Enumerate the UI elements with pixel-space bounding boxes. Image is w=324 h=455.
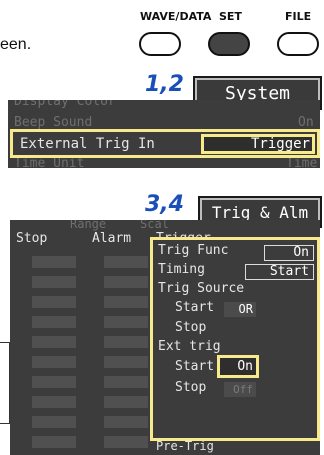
- timing-value[interactable]: Start: [245, 264, 314, 280]
- timing-label: Timing: [158, 262, 205, 277]
- note-box-edge: [0, 342, 10, 424]
- alarm-cell[interactable]: [104, 316, 148, 328]
- alarm-cell[interactable]: [104, 436, 148, 448]
- trig-func-value[interactable]: On: [264, 245, 314, 261]
- stop-cell[interactable]: [32, 376, 76, 388]
- stop-cell[interactable]: [32, 336, 76, 348]
- ext-start-label: Start: [175, 359, 215, 374]
- external-trig-in-label: External Trig In: [20, 136, 155, 152]
- set-button[interactable]: [208, 32, 250, 56]
- alarm-cell[interactable]: [104, 336, 148, 348]
- stop-cell[interactable]: [32, 296, 76, 308]
- stop-cell[interactable]: [32, 436, 76, 448]
- stop-cell[interactable]: [32, 356, 76, 368]
- stop-cell[interactable]: [32, 396, 76, 408]
- alarm-cell[interactable]: [104, 396, 148, 408]
- external-trig-in-value[interactable]: Trigger: [201, 134, 315, 154]
- wave-data-label: WAVE/DATA: [140, 10, 212, 23]
- alarm-cell[interactable]: [104, 296, 148, 308]
- ext-stop-label: Stop: [175, 380, 207, 395]
- beep-sound-value: On: [298, 115, 314, 130]
- source-stop-label: Stop: [175, 320, 207, 335]
- stop-cell[interactable]: [32, 416, 76, 428]
- alarm-cell[interactable]: [104, 276, 148, 288]
- source-start-value[interactable]: OR: [224, 302, 256, 317]
- stop-cell[interactable]: [32, 316, 76, 328]
- external-trig-in-row[interactable]: External Trig In Trigger: [10, 129, 320, 158]
- step-3-4-label: 3,4: [145, 192, 184, 217]
- ext-trig-label: Ext trig: [158, 339, 221, 354]
- step-1-2-label: 1,2: [145, 72, 184, 97]
- pre-trig-label: Pre-Trig: [156, 439, 214, 453]
- display-color-item: Display Color: [14, 100, 116, 109]
- stop-cell[interactable]: [32, 256, 76, 268]
- stop-column-header: Stop: [16, 231, 48, 246]
- range-header: Range: [70, 220, 107, 231]
- trig-source-label: Trig Source: [158, 281, 245, 296]
- alarm-column-header: Alarm: [92, 231, 132, 246]
- alarm-cell[interactable]: [104, 376, 148, 388]
- alarm-cell[interactable]: [104, 356, 148, 368]
- file-button[interactable]: [277, 32, 319, 56]
- trig-func-label: Trig Func: [158, 243, 229, 258]
- intro-text: een.: [0, 36, 32, 53]
- alarm-cell[interactable]: [104, 416, 148, 428]
- ext-start-value[interactable]: On: [217, 355, 259, 378]
- ext-stop-value[interactable]: Off: [224, 382, 256, 397]
- beep-sound-label: Beep Sound: [14, 115, 93, 130]
- trigger-settings-box: Trig Func On Timing Start Trig Source St…: [150, 237, 320, 441]
- tab-trig-alm-label: Trig & Alm: [211, 202, 309, 222]
- set-label: SET: [219, 10, 242, 23]
- alarm-cell[interactable]: [104, 256, 148, 268]
- file-label: FILE: [285, 10, 312, 23]
- scale-header: Scal: [140, 220, 169, 231]
- source-start-label: Start: [175, 300, 215, 315]
- wave-data-button[interactable]: [139, 32, 181, 56]
- stop-cell[interactable]: [32, 276, 76, 288]
